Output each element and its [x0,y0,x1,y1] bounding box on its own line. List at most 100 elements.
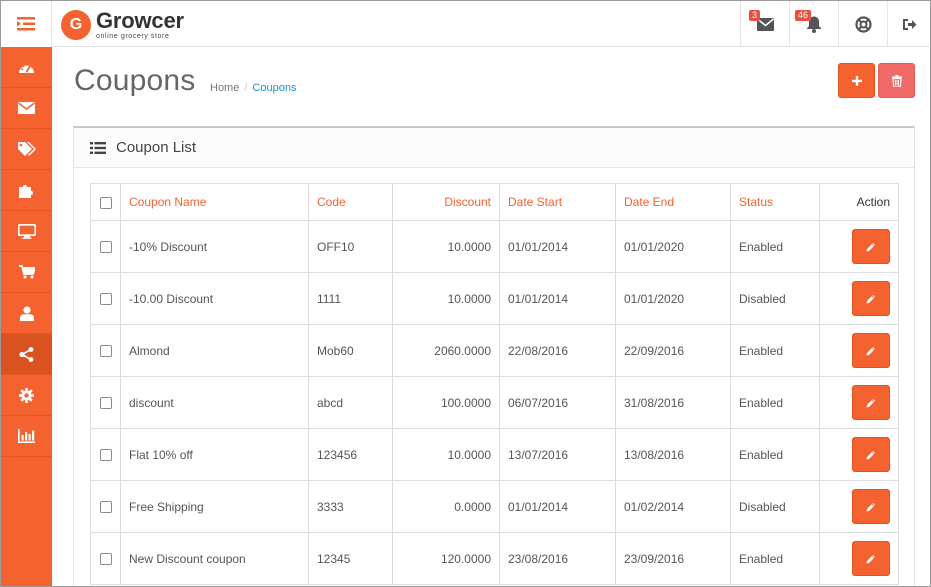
column-header-coupon-name[interactable]: Coupon Name [120,183,309,221]
row-select-checkbox[interactable] [99,501,112,514]
breadcrumb-separator: / [244,82,248,94]
pencil-icon [866,502,875,511]
pencil-icon [866,450,875,459]
sidebar-item-extensions[interactable] [1,170,52,211]
cell-coupon-name: discount [120,376,309,429]
edit-coupon-button[interactable] [852,385,890,420]
cell-coupon-name: -10% Discount [120,220,309,273]
pencil-icon [866,346,875,355]
sidebar-item-sales[interactable] [1,252,52,293]
tags-icon [17,141,36,156]
breadcrumb-home-link[interactable]: Home [210,82,239,94]
cell-status: Disabled [730,272,820,325]
cell-action [819,480,899,533]
row-select-cell [90,428,121,481]
cell-coupon-name: Flat 10% off [120,428,309,481]
cell-code: 123456 [308,428,393,481]
row-select-checkbox[interactable] [99,293,112,306]
sidebar-item-tags[interactable] [1,129,52,170]
monitor-icon [17,223,36,239]
column-header-status[interactable]: Status [730,183,820,221]
row-select-checkbox[interactable] [99,449,112,462]
cell-discount: 10.0000 [392,220,500,273]
cell-action [819,428,899,481]
column-header-date-start[interactable]: Date Start [499,183,616,221]
column-header-code[interactable]: Code [308,183,393,221]
edit-coupon-button[interactable] [852,437,890,472]
cell-coupon-name: Free Shipping [120,480,309,533]
cell-status: Enabled [730,532,820,585]
select-all-checkbox[interactable] [99,196,112,209]
edit-coupon-button[interactable] [852,281,890,316]
table-row: Almond Mob60 2060.0000 22/08/2016 22/09/2016… [90,324,899,377]
list-icon [90,141,106,154]
row-select-checkbox[interactable] [99,553,112,566]
cell-action [819,324,899,377]
breadcrumb-coupons-link[interactable]: Coupons [252,82,296,94]
column-header-discount[interactable]: Discount [392,183,500,221]
life-ring-icon [854,15,872,33]
column-header-date-end[interactable]: Date End [615,183,731,221]
cell-coupon-name: Almond [120,324,309,377]
logout-button[interactable] [887,1,930,47]
sidebar-item-dashboard[interactable] [1,47,52,88]
share-icon [19,346,34,362]
user-icon [19,305,34,321]
sidebar-item-mail[interactable] [1,88,52,129]
cell-date-end: 22/09/2016 [615,324,731,377]
sign-out-icon [902,18,916,30]
bar-chart-icon [18,429,35,443]
trash-icon [891,74,902,87]
table-row: Flat 10% off 123456 10.0000 13/07/2016 13/08… [90,428,899,481]
cell-date-start: 06/07/2016 [499,376,616,429]
cell-code: abcd [308,376,393,429]
select-all-cell [90,183,121,221]
row-select-checkbox[interactable] [99,397,112,410]
cell-date-start: 23/08/2016 [499,532,616,585]
edit-coupon-button[interactable] [852,333,890,368]
cell-code: OFF10 [308,220,393,273]
sidebar-item-marketing[interactable] [1,334,52,375]
cell-date-end: 01/01/2020 [615,220,731,273]
row-select-checkbox[interactable] [99,241,112,254]
cell-date-end: 23/09/2016 [615,532,731,585]
menu-toggle-button[interactable] [1,1,52,47]
delete-coupon-button[interactable] [878,63,915,98]
cell-status: Enabled [730,428,820,481]
notifications-button[interactable]: 46 [789,1,838,47]
messages-button[interactable]: 3 [740,1,789,47]
sidebar-item-customers[interactable] [1,293,52,334]
cell-date-start: 01/01/2014 [499,480,616,533]
edit-coupon-button[interactable] [852,229,890,264]
pencil-icon [866,398,875,407]
sidebar [1,47,52,586]
brand-logo[interactable]: G Growcer online grocery store [61,10,184,40]
pencil-icon [866,554,875,563]
page-title: Coupons [74,64,196,97]
cell-date-start: 01/01/2014 [499,272,616,325]
cell-status: Disabled [730,480,820,533]
row-select-cell [90,480,121,533]
sidebar-item-reports[interactable] [1,416,52,457]
help-button[interactable] [838,1,887,47]
cell-action [819,532,899,585]
dashboard-icon [19,63,34,73]
edit-coupon-button[interactable] [852,489,890,524]
edit-coupon-button[interactable] [852,541,890,576]
row-select-cell [90,376,121,429]
cell-code: 12345 [308,532,393,585]
add-coupon-button[interactable] [838,63,875,98]
plus-icon [851,75,862,86]
logo-mark: G [61,10,91,40]
cell-discount: 10.0000 [392,272,500,325]
pencil-icon [866,294,875,303]
cell-date-start: 01/01/2014 [499,220,616,273]
cell-code: 3333 [308,480,393,533]
cell-action [819,272,899,325]
sidebar-item-system[interactable] [1,375,52,416]
row-select-checkbox[interactable] [99,345,112,358]
sidebar-item-design[interactable] [1,211,52,252]
pencil-icon [866,242,875,251]
cell-code: Mob60 [308,324,393,377]
cell-code: 1111 [308,272,393,325]
